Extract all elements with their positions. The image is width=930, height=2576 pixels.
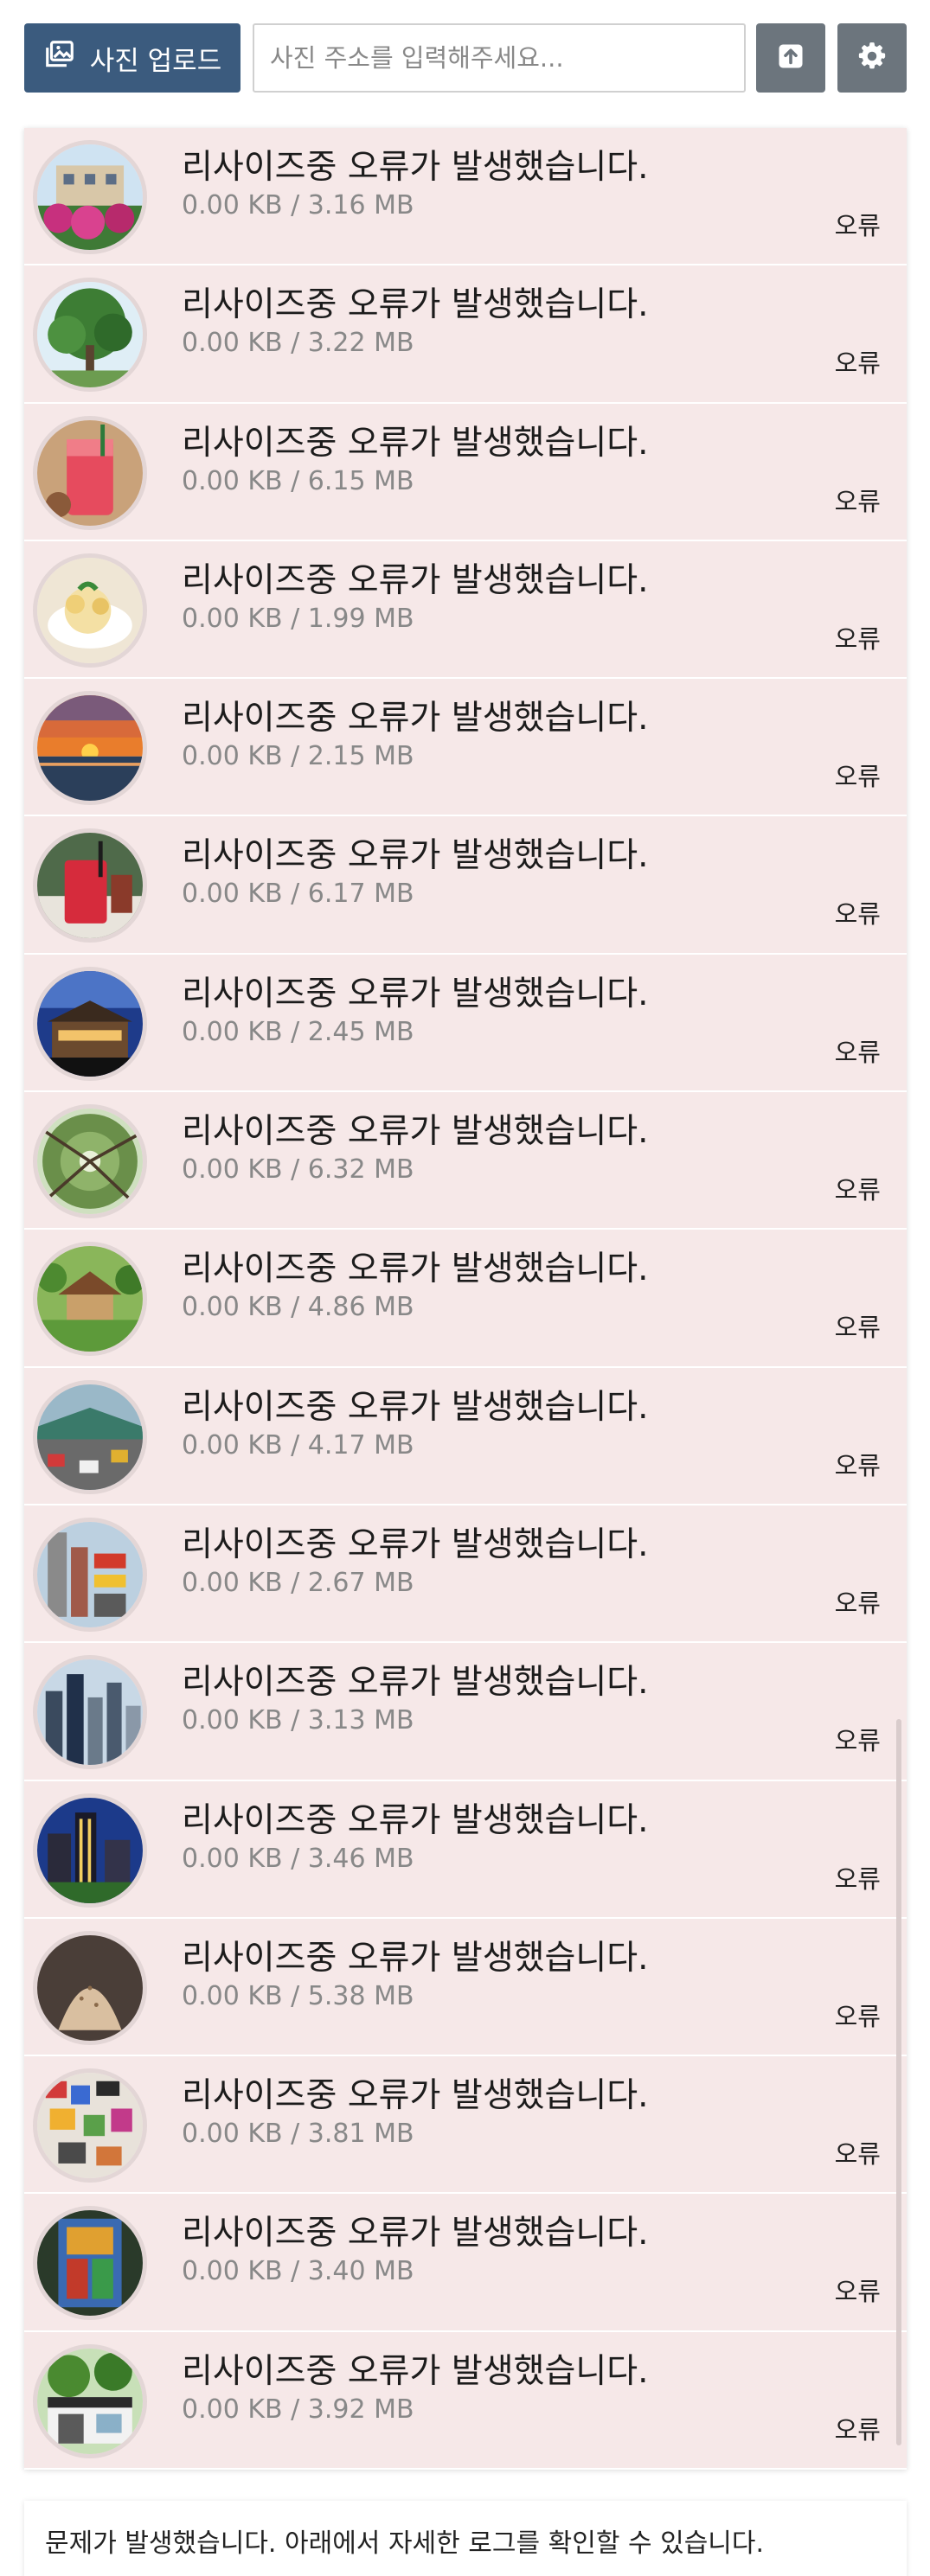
photo-thumbnail <box>33 1242 147 1357</box>
item-file-size: 0.00 KB / 3.46 MB <box>182 1843 414 1874</box>
photo-url-input[interactable] <box>253 23 746 93</box>
upload-item[interactable]: 리사이즈중 오류가 발생했습니다. 0.00 KB / 3.92 MB 오류 <box>24 2332 907 2470</box>
upload-photo-label: 사진 업로드 <box>89 45 222 77</box>
upload-toolbar: 사진 업로드 <box>24 23 907 93</box>
item-status-badge: 오류 <box>834 2139 881 2170</box>
item-file-size: 0.00 KB / 3.92 MB <box>182 2394 414 2425</box>
photo-thumbnail <box>33 2068 147 2183</box>
upload-item[interactable]: 리사이즈중 오류가 발생했습니다. 0.00 KB / 3.46 MB 오류 <box>24 1781 907 1919</box>
photo-thumbnail <box>33 553 147 668</box>
gear-icon <box>856 41 888 75</box>
item-status-badge: 오류 <box>834 2001 881 2031</box>
item-status-badge: 오류 <box>834 2414 881 2445</box>
item-file-size: 0.00 KB / 6.15 MB <box>182 465 414 496</box>
item-file-size: 0.00 KB / 3.16 MB <box>182 190 414 221</box>
item-file-size: 0.00 KB / 3.13 MB <box>182 1705 414 1736</box>
upload-item[interactable]: 리사이즈중 오류가 발생했습니다. 0.00 KB / 2.67 MB 오류 <box>24 1505 907 1644</box>
upload-photo-button[interactable]: 사진 업로드 <box>24 23 241 93</box>
item-file-size: 0.00 KB / 3.40 MB <box>182 2256 414 2287</box>
photo-thumbnail <box>33 278 147 393</box>
item-error-title: 리사이즈중 오류가 발생했습니다. <box>182 974 649 1013</box>
item-status-badge: 오류 <box>834 1726 881 1756</box>
upload-item[interactable]: 리사이즈중 오류가 발생했습니다. 0.00 KB / 4.17 MB 오류 <box>24 1368 907 1505</box>
item-error-title: 리사이즈중 오류가 발생했습니다. <box>182 2214 649 2253</box>
item-status-badge: 오류 <box>834 1037 881 1067</box>
upload-item[interactable]: 리사이즈중 오류가 발생했습니다. 0.00 KB / 3.81 MB 오류 <box>24 2056 907 2195</box>
photo-thumbnail <box>33 1930 147 2045</box>
arrow-up-icon <box>775 41 806 75</box>
item-error-title: 리사이즈중 오류가 발생했습니다. <box>182 560 649 600</box>
item-status-badge: 오류 <box>834 1863 881 1894</box>
photo-thumbnail <box>33 966 147 1081</box>
upload-item[interactable]: 리사이즈중 오류가 발생했습니다. 0.00 KB / 3.22 MB 오류 <box>24 265 907 404</box>
item-status-badge: 오류 <box>834 1450 881 1480</box>
item-status-badge: 오류 <box>834 211 881 240</box>
item-file-size: 0.00 KB / 2.67 MB <box>182 1567 414 1598</box>
item-file-size: 0.00 KB / 2.45 MB <box>182 1016 414 1047</box>
item-error-title: 리사이즈중 오류가 발생했습니다. <box>182 836 649 876</box>
item-status-badge: 오류 <box>834 1313 881 1343</box>
photo-thumbnail <box>33 415 147 530</box>
item-file-size: 0.00 KB / 5.38 MB <box>182 1980 414 2011</box>
photo-thumbnail <box>33 1655 147 1770</box>
item-status-badge: 오류 <box>834 1175 881 1205</box>
photo-thumbnail <box>33 691 147 806</box>
upload-item[interactable]: 리사이즈중 오류가 발생했습니다. 0.00 KB / 1.99 MB 오류 <box>24 541 907 680</box>
item-status-badge: 오류 <box>834 2277 881 2307</box>
item-file-size: 0.00 KB / 6.32 MB <box>182 1154 414 1186</box>
photo-thumbnail <box>33 140 147 254</box>
item-file-size: 0.00 KB / 4.17 MB <box>182 1429 414 1461</box>
item-error-title: 리사이즈중 오류가 발생했습니다. <box>182 2351 649 2391</box>
list-scrollbar[interactable] <box>896 1719 901 2445</box>
upload-item[interactable]: 리사이즈중 오류가 발생했습니다. 0.00 KB / 6.32 MB 오류 <box>24 1092 907 1230</box>
item-status-badge: 오류 <box>834 348 881 379</box>
photo-thumbnail <box>33 1793 147 1908</box>
item-file-size: 0.00 KB / 1.99 MB <box>182 603 414 634</box>
upload-item[interactable]: 리사이즈중 오류가 발생했습니다. 0.00 KB / 5.38 MB 오류 <box>24 1919 907 2057</box>
item-file-size: 0.00 KB / 3.81 MB <box>182 2119 414 2150</box>
item-error-title: 리사이즈중 오류가 발생했습니다. <box>182 1663 649 1703</box>
item-error-title: 리사이즈중 오류가 발생했습니다. <box>182 1800 649 1840</box>
item-error-title: 리사이즈중 오류가 발생했습니다. <box>182 2076 649 2116</box>
item-file-size: 0.00 KB / 2.15 MB <box>182 741 414 772</box>
photo-thumbnail <box>33 2343 147 2458</box>
item-error-title: 리사이즈중 오류가 발생했습니다. <box>182 699 649 738</box>
upload-item[interactable]: 리사이즈중 오류가 발생했습니다. 0.00 KB / 4.86 MB 오류 <box>24 1230 907 1368</box>
item-file-size: 0.00 KB / 6.17 MB <box>182 879 414 910</box>
item-status-badge: 오류 <box>834 762 881 792</box>
photo-thumbnail <box>33 1104 147 1219</box>
error-message: 문제가 발생했습니다. 아래에서 자세한 로그를 확인할 수 있습니다. <box>45 2528 765 2559</box>
upload-item[interactable]: 리사이즈중 오류가 발생했습니다. 0.00 KB / 2.45 MB 오류 <box>24 955 907 1093</box>
item-error-title: 리사이즈중 오류가 발생했습니다. <box>182 423 649 463</box>
item-error-title: 리사이즈중 오류가 발생했습니다. <box>182 148 649 187</box>
item-status-badge: 오류 <box>834 1588 881 1618</box>
photo-thumbnail <box>33 828 147 943</box>
upload-item[interactable]: 리사이즈중 오류가 발생했습니다. 0.00 KB / 3.16 MB 오류 <box>24 128 907 266</box>
item-error-title: 리사이즈중 오류가 발생했습니다. <box>182 1525 649 1564</box>
item-error-title: 리사이즈중 오류가 발생했습니다. <box>182 285 649 325</box>
item-status-badge: 오류 <box>834 899 881 930</box>
upload-item[interactable]: 리사이즈중 오류가 발생했습니다. 0.00 KB / 2.15 MB 오류 <box>24 679 907 817</box>
upload-item[interactable]: 리사이즈중 오류가 발생했습니다. 0.00 KB / 3.40 MB 오류 <box>24 2194 907 2332</box>
item-file-size: 0.00 KB / 4.86 MB <box>182 1292 414 1323</box>
upload-item[interactable]: 리사이즈중 오류가 발생했습니다. 0.00 KB / 6.17 MB 오류 <box>24 816 907 955</box>
settings-button[interactable] <box>837 23 907 93</box>
photo-thumbnail <box>33 1379 147 1494</box>
item-error-title: 리사이즈중 오류가 발생했습니다. <box>182 1112 649 1152</box>
photo-thumbnail <box>33 1517 147 1632</box>
upload-item[interactable]: 리사이즈중 오류가 발생했습니다. 0.00 KB / 6.15 MB 오류 <box>24 404 907 541</box>
image-icon <box>43 38 76 78</box>
photo-thumbnail <box>33 2206 147 2321</box>
item-status-badge: 오류 <box>834 486 881 516</box>
item-status-badge: 오류 <box>834 623 881 654</box>
item-error-title: 리사이즈중 오류가 발생했습니다. <box>182 1250 649 1289</box>
submit-url-button[interactable] <box>756 23 825 93</box>
error-panel: 문제가 발생했습니다. 아래에서 자세한 로그를 확인할 수 있습니다. <box>24 2501 907 2576</box>
item-error-title: 리사이즈중 오류가 발생했습니다. <box>182 1938 649 1978</box>
upload-item[interactable]: 리사이즈중 오류가 발생했습니다. 0.00 KB / 3.13 MB 오류 <box>24 1643 907 1781</box>
upload-list: 리사이즈중 오류가 발생했습니다. 0.00 KB / 3.16 MB 오류 리사이즈… <box>24 128 907 2470</box>
item-file-size: 0.00 KB / 3.22 MB <box>182 328 414 359</box>
item-error-title: 리사이즈중 오류가 발생했습니다. <box>182 1387 649 1427</box>
